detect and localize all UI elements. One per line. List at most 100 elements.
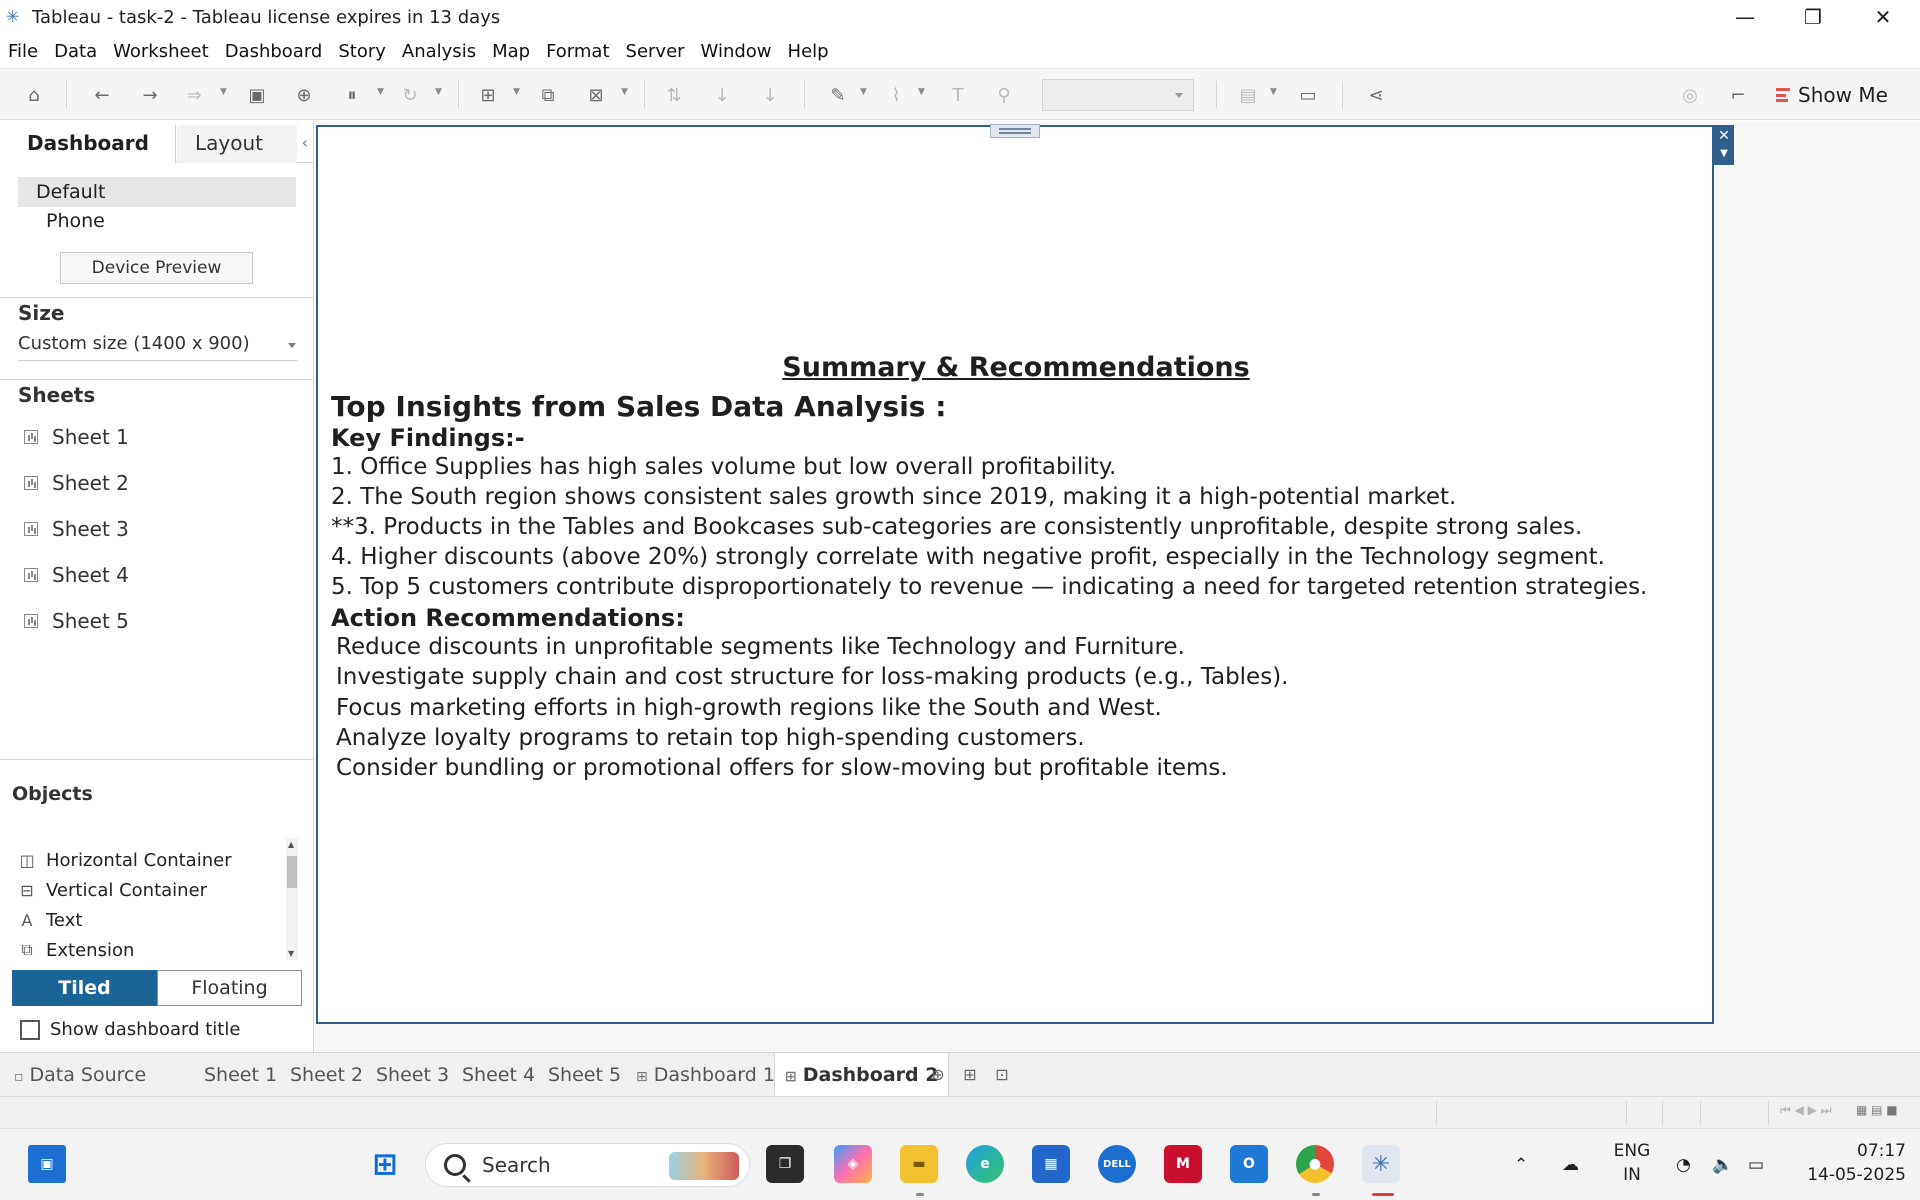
object-horizontal-container[interactable]: ◫ Horizontal Container — [16, 846, 231, 874]
edge-icon[interactable]: e — [966, 1145, 1004, 1183]
refresh-caret-icon[interactable]: ▼ — [435, 87, 442, 97]
labels-icon[interactable]: T — [944, 81, 972, 109]
tab-layout[interactable]: Layout — [177, 125, 297, 163]
chrome-icon[interactable]: ● — [1296, 1145, 1334, 1183]
replay-caret-icon[interactable]: ▼ — [220, 87, 227, 97]
undo-icon[interactable]: ← — [88, 81, 116, 109]
device-default[interactable]: Default — [18, 177, 296, 207]
language-indicator[interactable]: ENG IN — [1606, 1139, 1658, 1187]
swap-icon[interactable]: ⇅ — [660, 81, 688, 109]
minimize-button[interactable]: — — [1710, 0, 1780, 34]
sort-descending-icon[interactable]: ↓ — [756, 81, 784, 109]
size-dropdown[interactable]: Custom size (1400 x 900) — [18, 331, 298, 361]
fix-axes-icon[interactable]: ⚲ — [990, 81, 1018, 109]
file-explorer-icon[interactable]: ▬ — [900, 1145, 938, 1183]
taskbar-search[interactable]: Search — [425, 1143, 750, 1187]
mcafee-icon[interactable]: M — [1164, 1145, 1202, 1183]
new-worksheet-tab-icon[interactable]: ⊕ — [928, 1065, 948, 1085]
tab-sheet-3[interactable]: Sheet 3 — [366, 1053, 459, 1097]
scroll-down-icon[interactable]: ▼ — [288, 949, 294, 958]
volume-icon[interactable]: 🔈 — [1712, 1129, 1733, 1200]
scroll-up-icon[interactable]: ▲ — [288, 840, 294, 849]
scrollbar-thumb[interactable] — [287, 856, 297, 888]
menu-server[interactable]: Server — [618, 41, 693, 62]
sheet-sorter-icon[interactable]: ▦ ▤ ■ — [1856, 1103, 1898, 1117]
sheet-list-item[interactable]: Sheet 4 — [24, 560, 129, 590]
refresh-icon[interactable]: ↻ — [396, 81, 424, 109]
clear-sheet-icon[interactable]: ⊠ — [582, 81, 610, 109]
menu-format[interactable]: Format — [538, 41, 617, 62]
remove-object-icon[interactable]: ✕ — [1714, 125, 1734, 147]
copilot-icon[interactable]: ◈ — [834, 1145, 872, 1183]
collapse-panel-icon[interactable]: ‹ — [302, 133, 308, 152]
show-dashboard-title-checkbox[interactable] — [20, 1019, 40, 1040]
new-story-tab-icon[interactable]: ⊡ — [992, 1065, 1012, 1085]
redo-icon[interactable]: → — [136, 81, 164, 109]
store-icon[interactable]: ▦ — [1032, 1145, 1070, 1183]
menu-dashboard[interactable]: Dashboard — [217, 41, 331, 62]
format-painter-icon[interactable]: ⌐ — [1724, 81, 1752, 109]
show-me-button[interactable]: Show Me — [1776, 81, 1888, 109]
battery-icon[interactable]: ▭ — [1748, 1129, 1764, 1200]
pause-updates-icon[interactable]: ⏸ — [338, 81, 366, 109]
more-options-icon[interactable]: ▼ — [1714, 147, 1734, 165]
replay-icon[interactable]: ⇒ — [180, 81, 208, 109]
group-icon[interactable]: ⌇ — [882, 81, 910, 109]
show-cards-caret-icon[interactable]: ▼ — [1270, 87, 1277, 97]
new-worksheet-icon[interactable]: ⊞ — [474, 81, 502, 109]
new-worksheet-caret-icon[interactable]: ▼ — [513, 87, 520, 97]
maximize-button[interactable]: ❐ — [1778, 0, 1848, 34]
outlook-icon[interactable]: O — [1230, 1145, 1268, 1183]
sheet-list-item[interactable]: Sheet 2 — [24, 468, 129, 498]
menu-story[interactable]: Story — [330, 41, 394, 62]
group-caret-icon[interactable]: ▼ — [918, 87, 925, 97]
highlight-icon[interactable]: ✎ — [824, 81, 852, 109]
sheet-list-item[interactable]: Sheet 3 — [24, 514, 129, 544]
device-phone[interactable]: Phone — [46, 210, 105, 232]
tab-sheet-5[interactable]: Sheet 5 — [538, 1053, 631, 1097]
show-dashboard-title-option[interactable]: Show dashboard title — [20, 1019, 240, 1040]
sort-ascending-icon[interactable]: ↓ — [708, 81, 736, 109]
chevron-up-icon[interactable]: ⌃ — [1514, 1129, 1528, 1200]
clear-sheet-caret-icon[interactable]: ▼ — [621, 87, 628, 97]
menu-window[interactable]: Window — [693, 41, 780, 62]
tab-dashboard-1[interactable]: ⊞ Dashboard 1 — [626, 1053, 785, 1097]
save-icon[interactable]: ▣ — [243, 81, 271, 109]
start-icon[interactable]: ⊞ — [366, 1145, 404, 1183]
data-guide-icon[interactable]: ◎ — [1676, 81, 1704, 109]
tiled-toggle[interactable]: Tiled — [12, 970, 157, 1006]
move-handle-icon[interactable] — [990, 124, 1040, 138]
tableau-icon[interactable]: ✳ — [1362, 1145, 1400, 1183]
onedrive-icon[interactable]: ☁ — [1562, 1129, 1579, 1200]
objects-scrollbar[interactable]: ▲ ▼ — [286, 838, 298, 960]
dell-icon[interactable]: DELL — [1098, 1145, 1136, 1183]
tab-dashboard[interactable]: Dashboard — [0, 125, 176, 163]
task-view-icon[interactable]: ❐ — [766, 1145, 804, 1183]
menu-data[interactable]: Data — [46, 41, 105, 62]
presentation-mode-icon[interactable]: ▭ — [1294, 81, 1322, 109]
pause-caret-icon[interactable]: ▼ — [377, 87, 384, 97]
widgets-icon[interactable]: ▣ — [28, 1145, 66, 1183]
clock[interactable]: 07:17 14-05-2025 — [1796, 1139, 1906, 1187]
share-icon[interactable]: ⋖ — [1362, 81, 1390, 109]
highlight-caret-icon[interactable]: ▼ — [860, 87, 867, 97]
menu-map[interactable]: Map — [484, 41, 538, 62]
fit-select[interactable] — [1042, 79, 1194, 111]
sheet-list-item[interactable]: Sheet 1 — [24, 422, 129, 452]
tab-sheet-1[interactable]: Sheet 1 — [194, 1053, 287, 1097]
sheet-list-item[interactable]: Sheet 5 — [24, 606, 129, 636]
new-datasource-icon[interactable]: ⊕ — [290, 81, 318, 109]
floating-toggle[interactable]: Floating — [157, 970, 302, 1006]
object-extension[interactable]: ⧉ Extension — [16, 936, 134, 964]
object-text[interactable]: A Text — [16, 906, 83, 934]
close-button[interactable]: ✕ — [1848, 0, 1918, 34]
tab-sheet-4[interactable]: Sheet 4 — [452, 1053, 545, 1097]
home-icon[interactable]: ⌂ — [20, 81, 48, 109]
wifi-icon[interactable]: ◔ — [1676, 1129, 1691, 1200]
menu-file[interactable]: File — [0, 41, 46, 62]
object-vertical-container[interactable]: ⊟ Vertical Container — [16, 876, 207, 904]
tab-dashboard-2[interactable]: ⊞ Dashboard 2 — [774, 1053, 950, 1097]
menu-analysis[interactable]: Analysis — [394, 41, 484, 62]
sheet-navigation-icon[interactable]: ⏮ ◀ ▶ ⏭ — [1780, 1103, 1832, 1118]
new-dashboard-tab-icon[interactable]: ⊞ — [960, 1065, 980, 1085]
